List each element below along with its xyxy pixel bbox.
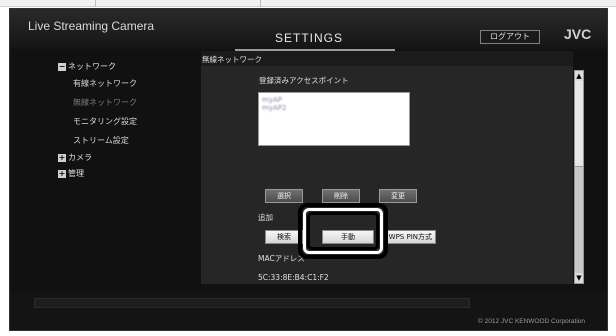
expand-icon[interactable]: + [58,153,66,162]
collapse-icon[interactable]: − [58,62,66,71]
footer-bar [34,298,470,308]
camera-settings-app: Live Streaming Camera SETTINGS ログアウト JVC… [9,8,608,331]
expand-icon[interactable]: + [58,169,66,178]
sidebar: − ネットワーク 有線ネットワーク 無線ネットワーク モニタリング設定 ストリーム… [10,51,200,291]
registered-ap-label: 登録済みアクセスポイント [259,76,349,85]
copyright: © 2012 JVC KENWOOD Corporation [478,318,586,325]
change-button[interactable]: 変更 [379,189,417,203]
list-item[interactable]: myAP2 [262,104,409,112]
logout-button[interactable]: ログアウト [480,30,540,44]
sidebar-item-stream[interactable]: ストリーム設定 [73,135,129,146]
sidebar-item-monitoring[interactable]: モニタリング設定 [73,116,137,127]
delete-button[interactable]: 削除 [322,189,360,203]
add-label: 追加 [258,213,273,222]
mac-address-label: MACアドレス [258,254,305,263]
sidebar-group-camera[interactable]: + カメラ [58,152,92,163]
section-title: 無線ネットワーク [202,55,262,64]
scroll-down-icon[interactable]: ▼ [575,273,583,283]
access-point-list[interactable]: myAP myAP2 [258,92,410,146]
sidebar-group-label: 管理 [68,169,84,178]
browser-top-strip [0,0,616,7]
sidebar-group-label: ネットワーク [68,62,116,71]
footer: © 2012 JVC KENWOOD Corporation [10,293,607,330]
app-title: Live Streaming Camera [28,19,155,33]
strip-divider [95,0,96,7]
wps-pin-button[interactable]: WPS PIN方式 [384,230,436,244]
mac-address-value: 5C:33:8E:B4:C1:F2 [258,273,329,282]
scroll-up-icon[interactable]: ▲ [575,71,583,81]
sidebar-group-label: カメラ [68,153,92,162]
strip-divider [260,0,261,7]
brand-logo: JVC [564,26,592,42]
sidebar-item-wireless-network[interactable]: 無線ネットワーク [73,97,137,108]
sidebar-item-wired-network[interactable]: 有線ネットワーク [73,78,137,89]
list-item[interactable]: myAP [262,96,409,104]
scroll-thumb[interactable] [575,166,583,274]
header: Live Streaming Camera SETTINGS ログアウト JVC [10,9,607,49]
page-title: SETTINGS [275,31,344,45]
screenshot-frame: Live Streaming Camera SETTINGS ログアウト JVC… [0,0,616,336]
sidebar-group-admin[interactable]: + 管理 [58,168,84,179]
highlight-outline-core [307,212,379,250]
content-scrollbar[interactable]: ▲ ▼ [574,70,584,284]
sidebar-group-network[interactable]: − ネットワーク [58,61,116,72]
select-button[interactable]: 選択 [265,189,303,203]
